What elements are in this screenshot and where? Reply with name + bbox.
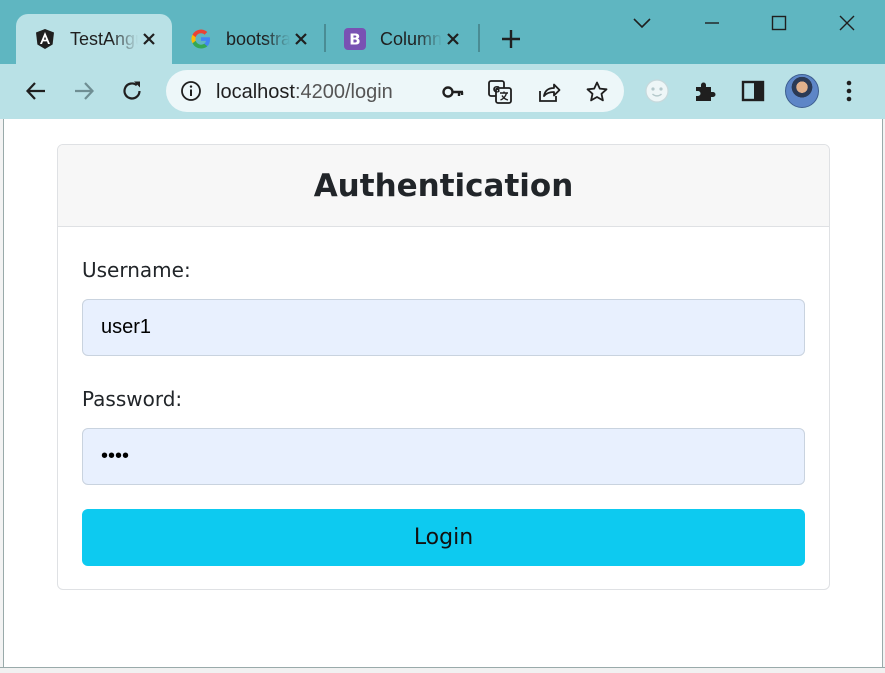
tab-close-icon[interactable] <box>138 28 160 50</box>
login-button[interactable]: Login <box>82 509 805 566</box>
tab-close-icon[interactable] <box>442 28 464 50</box>
reload-icon <box>123 81 141 100</box>
google-icon <box>190 28 212 50</box>
tab-bootstrap[interactable]: bootstrap <box>172 14 324 64</box>
share-icon[interactable] <box>537 80 561 104</box>
arrow-left-icon <box>25 82 45 100</box>
username-label: Username: <box>82 258 191 282</box>
maximize-button[interactable] <box>764 8 794 38</box>
page-viewport: Authentication Username: Password: Login <box>4 119 882 667</box>
tab-title: Columns <box>380 28 442 49</box>
page-title: Authentication <box>313 167 574 204</box>
tab-columns[interactable]: B Columns <box>326 14 476 64</box>
bootstrap-icon: B <box>344 28 366 50</box>
maximize-icon <box>771 15 787 31</box>
username-input[interactable] <box>82 299 805 356</box>
arrow-right-icon <box>75 82 95 100</box>
password-input[interactable] <box>82 428 805 485</box>
close-window-button[interactable] <box>832 8 862 38</box>
side-panel-icon[interactable] <box>739 77 767 105</box>
tab-close-icon[interactable] <box>290 28 312 50</box>
back-button[interactable] <box>21 76 51 106</box>
minimize-icon <box>705 22 719 24</box>
angular-icon <box>34 28 56 50</box>
more-menu-icon[interactable] <box>835 77 863 105</box>
puzzle-icon[interactable] <box>691 77 719 105</box>
login-card: Authentication Username: Password: Login <box>57 144 830 590</box>
browser-toolbar: localhost:4200/login G <box>0 64 885 119</box>
extension-face-icon[interactable] <box>643 77 671 105</box>
star-icon[interactable] <box>585 80 609 104</box>
minimize-button[interactable] <box>697 8 727 38</box>
url-text[interactable]: localhost:4200/login <box>216 81 393 104</box>
window-edge-bottom <box>0 667 885 673</box>
close-icon <box>839 15 855 31</box>
new-tab-button[interactable] <box>497 25 525 53</box>
profile-avatar[interactable] <box>785 74 819 108</box>
tab-testangular[interactable]: TestAngular <box>16 14 172 64</box>
key-icon[interactable] <box>441 80 465 104</box>
svg-text:B: B <box>349 31 360 49</box>
forward-button[interactable] <box>69 76 99 106</box>
chevron-down-icon <box>633 18 651 29</box>
url-path: :4200/login <box>294 81 393 103</box>
tab-search-button[interactable] <box>627 8 657 38</box>
password-label: Password: <box>82 387 183 411</box>
info-icon[interactable] <box>180 80 202 102</box>
reload-button[interactable] <box>117 76 147 106</box>
tab-title: bootstrap <box>226 28 290 49</box>
plus-icon <box>502 30 520 48</box>
address-bar[interactable]: localhost:4200/login G <box>166 70 624 112</box>
card-header: Authentication <box>58 145 829 227</box>
tab-strip: TestAngular bootstrap B Columns <box>0 0 885 64</box>
svg-text:G: G <box>493 86 500 96</box>
url-host: localhost <box>216 81 295 103</box>
tab-separator <box>478 24 480 52</box>
tab-title: TestAngular <box>70 28 138 49</box>
translate-icon[interactable]: G <box>488 80 512 104</box>
